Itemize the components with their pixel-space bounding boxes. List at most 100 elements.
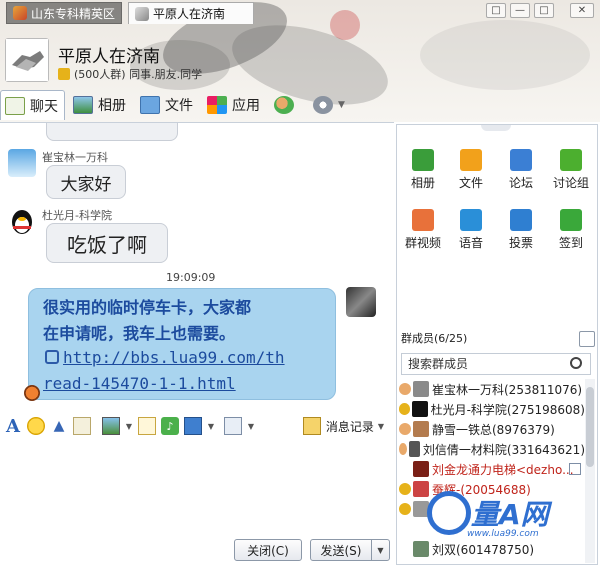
add-member-button[interactable] [270,92,305,118]
group-icon [135,6,149,21]
minimize-button[interactable]: — [510,3,530,18]
member-item[interactable]: 静雪一铁总(8976379) [397,419,585,439]
watermark-url: www.lua99.com [467,529,539,539]
search-icon [570,357,582,369]
close-button[interactable]: 关闭(C) [234,539,302,561]
member-role-icon [399,423,411,435]
message-text: 很实用的临时停车卡，大家都 [43,298,252,317]
app-files[interactable]: 文件 [449,149,493,191]
chevron-down-icon[interactable]: ▼ [125,417,133,435]
chevron-down-icon[interactable]: ▼ [207,417,215,435]
group-icon [13,6,27,20]
send-button[interactable]: 发送(S) ▼ [310,539,390,561]
members-header: 群成员(6/25) [397,329,597,349]
message-text: 在申请呢，我车上也需要。 [43,324,236,343]
video-icon [412,209,434,231]
history-icon[interactable] [302,417,321,435]
app-discussion[interactable]: 讨论组 [549,149,593,191]
vote-icon [510,209,532,231]
discussion-icon [560,149,582,171]
forum-icon [510,149,532,171]
history-button[interactable]: 消息记录 [326,418,374,435]
member-role-icon [399,403,411,415]
tab-files[interactable]: 文件 [136,92,199,118]
shake-icon[interactable] [224,417,242,435]
search-icon[interactable] [579,331,595,347]
member-item[interactable]: 崔宝林一万科(253811076) [397,379,585,399]
voice-icon [460,209,482,231]
link-shield-icon [45,350,59,364]
penguin-icon[interactable] [8,207,36,235]
app-album[interactable]: 相册 [401,149,445,191]
message-bubble-partial [46,123,178,141]
group-subtitle: (500人群) 同事.朋友.同学 [58,66,202,82]
watermark-text: 量A网 [471,498,549,531]
settings-button[interactable]: ▼ [309,92,351,118]
side-panel: 相册 文件 论坛 讨论组 群视频 语音 投票 签到 群成员(6/25) 搜索群成… [396,124,598,565]
magic-icon[interactable]: ▲ [50,417,68,435]
member-item[interactable]: 刘信倩一材料院(331643621) [397,439,585,459]
app-voice[interactable]: 语音 [449,209,493,251]
message-bubble-self: 很实用的临时停车卡，大家都 在申请呢，我车上也需要。 http://bbs.lu… [28,288,336,400]
avatar [413,421,429,437]
chevron-down-icon[interactable]: ▼ [378,422,384,431]
app-vote[interactable]: 投票 [499,209,543,251]
member-role-icon [399,383,411,395]
group-avatar[interactable] [5,38,49,82]
folder-icon [140,96,160,114]
font-icon[interactable]: A [4,416,22,437]
member-item[interactable]: 刘金龙通力电梯<dezho... [397,459,585,479]
avatar [409,441,420,457]
member-role-icon [399,443,408,455]
close-window-button[interactable]: ✕ [570,3,594,18]
app-checkin[interactable]: 签到 [549,209,593,251]
send-label: 发送(S) [320,543,362,558]
avatar[interactable] [346,287,376,317]
checkin-icon [560,209,582,231]
member-search-input[interactable]: 搜索群成员 [401,353,591,375]
title-area: 山东专科精英区 平原人在济南 □ — □ ✕ 平原人在济南 (500人群) 同事… [0,0,600,122]
scrollbar-thumb[interactable] [586,387,594,467]
avatar [413,381,429,397]
message-timestamp: 19:09:09 [166,271,216,284]
avatar[interactable] [8,149,36,177]
app-group-video[interactable]: 群视频 [401,209,445,251]
gear-icon [313,96,333,114]
message-link[interactable]: read-145470-1-1.html [43,371,236,397]
message-link[interactable]: http://bbs.lua99.com/th [63,345,285,371]
panel-handle[interactable] [481,125,511,131]
tab-label: 山东专科精英区 [31,6,116,21]
tab-apps[interactable]: 应用 [203,92,266,118]
emoji-icon[interactable] [27,417,45,435]
group-title: 平原人在济南 [58,47,160,67]
tab-label: 平原人在济南 [153,7,226,21]
crown-icon [58,68,70,80]
tab-chat[interactable]: 聊天 [0,90,65,120]
screenshot-icon[interactable] [184,417,202,435]
avatar [412,401,428,417]
message-sender: 崔宝林一万科 [42,151,108,164]
restore-button[interactable]: □ [486,3,506,18]
music-icon[interactable]: ♪ [161,417,179,435]
app-forum[interactable]: 论坛 [499,149,543,191]
image-icon[interactable] [102,417,120,435]
file-edit-icon[interactable] [138,417,156,435]
chevron-down-icon[interactable]: ▼ [247,417,255,435]
album-icon [412,149,434,171]
group-toolbar: 聊天 相册 文件 应用 ▼ [0,90,600,120]
tab-shandong[interactable]: 山东专科精英区 [6,2,122,24]
message-input[interactable] [0,440,394,536]
note-icon[interactable] [73,417,91,435]
tab-album[interactable]: 相册 [69,92,132,118]
watermark-logo: 量A网 www.lua99.com [427,491,587,547]
maximize-button[interactable]: □ [534,3,554,18]
member-role-icon [399,503,411,515]
tab-pingyuan[interactable]: 平原人在济南 [128,2,254,24]
edit-icon[interactable] [569,463,581,475]
chat-history[interactable]: 崔宝林一万科 大家好 杜光月-科学院 吃饭了啊 19:09:09 很实用的临时停… [0,122,394,410]
album-icon [73,96,93,114]
basketball-icon [24,385,40,401]
chevron-down-icon[interactable]: ▼ [371,540,389,560]
member-item[interactable]: 杜光月-科学院(275198608) [397,399,585,419]
message-bubble: 大家好 [46,165,126,199]
